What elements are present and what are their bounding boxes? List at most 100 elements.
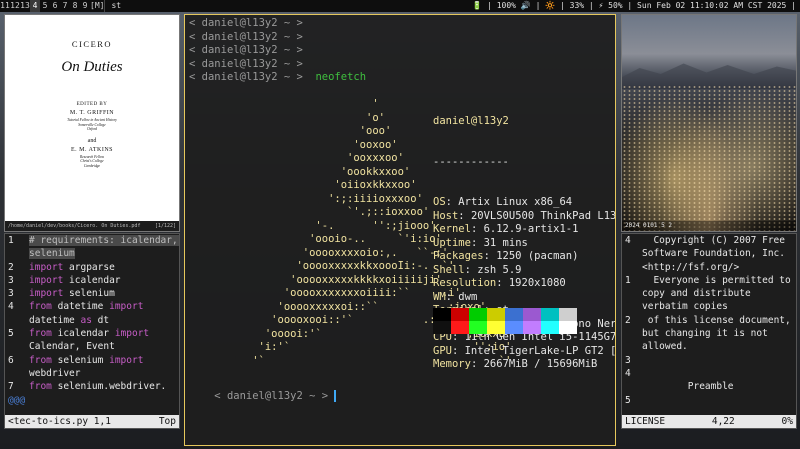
tag-4[interactable]: 4	[30, 0, 40, 12]
color-swatch	[541, 308, 559, 321]
license-text: 4 Copyright (C) 2007 Free Software Found…	[622, 234, 796, 407]
line-text: of this license document, but changing i…	[642, 314, 797, 353]
line-number: 1	[625, 274, 631, 286]
color-swatch	[505, 321, 523, 334]
line-number: 6	[8, 354, 14, 366]
code-text: import selenium	[29, 288, 115, 300]
terminal-window[interactable]: < daniel@l13y2 ~ > < daniel@l13y2 ~ > < da…	[184, 14, 616, 446]
line-number: 4	[8, 301, 14, 313]
info-row: Shell: zsh 5.9	[433, 263, 522, 276]
pdf-page-indicator: [1/122]	[154, 223, 176, 229]
system-status: 🔋 | 100% 🔊 | 🔆 | 33% | ⚡ 50% | Sun Feb 0…	[472, 1, 796, 10]
license-viewer[interactable]: 4 Copyright (C) 2007 Free Software Found…	[621, 233, 797, 429]
license-statusline: LICENSE 4,22 0%	[622, 415, 796, 428]
info-row: Host: 20VLS0U500 ThinkPad L13	[433, 209, 616, 222]
info-row: Kernel: 6.12.9-artix1-1	[433, 223, 579, 235]
line-text: Copyright (C) 2007 Free Software Foundat…	[642, 235, 791, 273]
line-number: 4	[625, 367, 631, 379]
color-swatch	[523, 321, 541, 334]
prompt-line: < daniel@l13y2 ~ >	[189, 17, 303, 29]
header-divider: ------------	[433, 155, 509, 168]
layout-indicator[interactable]: [M]	[90, 0, 104, 12]
code-line: 7 from selenium.webdriver.	[5, 380, 179, 393]
status-bar: 11 12 13 4 5 6 7 8 9 [M] st 🔋 | 100% 🔊 | 🔆 | 33%…	[0, 0, 800, 12]
license-line: 4 Copyright (C) 2007 Free Software Found…	[622, 234, 796, 274]
vim-editor[interactable]: 1 # requirements: icalendar, selenium 2 imp…	[4, 233, 180, 429]
active-prompt[interactable]: < daniel@l13y2 ~ >	[189, 376, 337, 417]
tag-6[interactable]: 6	[50, 0, 60, 12]
code-line: 4 from datetime import datetime as dt	[5, 300, 179, 327]
pdf-statusline: /home/daniel/dev/books/Cicero. On Duties…	[5, 221, 179, 231]
info-row: OS: Artix Linux x86_64	[433, 196, 573, 208]
info-row: Packages: 1250 (pacman)	[433, 250, 579, 262]
line-text: Everyone is permitted to copy and distri…	[642, 274, 797, 313]
license-position: 4,22	[711, 416, 735, 427]
book-title: On Duties	[61, 59, 123, 75]
license-line: 1 Everyone is permitted to copy and dist…	[622, 274, 796, 314]
vim-filename: <tec-to-ics.py 1,1	[8, 416, 111, 427]
pdf-path: /home/daniel/dev/books/Cicero. On Duties…	[8, 223, 141, 229]
color-swatch	[451, 308, 469, 321]
license-line: 4	[622, 367, 796, 380]
prompt-line: < daniel@l13y2 ~ > neofetch	[189, 71, 367, 83]
code-text: from selenium import webdriver	[29, 354, 150, 379]
color-swatch	[487, 321, 505, 334]
prompt-line: < daniel@l13y2 ~ >	[189, 30, 303, 43]
code-line: 3 import icalendar	[5, 274, 179, 287]
line-number: 1	[8, 235, 14, 246]
color-swatch	[505, 308, 523, 321]
tag-3[interactable]: 13	[20, 0, 30, 12]
license-line: Preamble	[622, 380, 796, 393]
line-number: 2	[8, 261, 14, 273]
color-swatch	[559, 308, 577, 321]
code-line: 1 # requirements: icalendar, selenium	[5, 234, 179, 261]
line-number: 5	[625, 394, 631, 406]
info-row: WM: dwm	[433, 290, 478, 303]
line-number: 7	[8, 381, 14, 393]
info-row: Uptime: 31 mins	[433, 236, 528, 249]
code-text: from datetime import datetime as dt	[29, 301, 150, 326]
code-line: 2 import argparse	[5, 261, 179, 274]
user-host-header: daniel@l13y2	[433, 115, 509, 127]
window-title: st	[104, 0, 472, 12]
line-number	[622, 380, 642, 393]
code-text: import argparse	[29, 261, 115, 273]
tag-7[interactable]: 7	[60, 0, 70, 12]
line-text	[642, 367, 796, 380]
tag-9[interactable]: 9	[80, 0, 90, 12]
code-line: 3 import selenium	[5, 287, 179, 300]
tag-5[interactable]: 5	[40, 0, 50, 12]
tilde-marker: @@@	[8, 394, 26, 406]
color-palette	[433, 308, 577, 334]
line-number: 5	[8, 328, 14, 340]
code-area[interactable]: 1 # requirements: icalendar, selenium 2 imp…	[5, 234, 179, 394]
color-swatch	[487, 308, 505, 321]
code-text: from icalendar import Calendar, Event	[29, 328, 155, 353]
info-row: Memory: 2667MiB / 15696MiB	[433, 358, 598, 370]
book-author: CICERO	[71, 39, 113, 49]
license-percent: 0%	[781, 416, 793, 427]
wallpaper-image-viewer: 2024 0101 5 2	[621, 14, 797, 232]
color-swatch	[559, 321, 577, 334]
editor-name: M. T. GRIFFIN	[69, 110, 115, 116]
editor-name: E. M. ATKINS	[70, 146, 113, 153]
tag-8[interactable]: 8	[70, 0, 80, 12]
tag-1[interactable]: 11	[0, 0, 10, 12]
license-line: 3	[622, 354, 796, 367]
line-text	[642, 394, 796, 407]
pdf-viewer[interactable]: CICERO On Duties EDITED BY M. T. GRIFFIN…	[4, 14, 180, 232]
line-number: 2	[625, 314, 631, 326]
city-lights	[622, 85, 796, 231]
info-row: GPU: Intel TigerLake-LP GT2 [I	[433, 344, 616, 357]
license-line: 2 of this license document, but changing…	[622, 314, 796, 354]
license-filename: LICENSE	[625, 416, 666, 427]
tag-2[interactable]: 12	[10, 0, 20, 12]
vim-position: Top	[158, 416, 176, 427]
line-text	[642, 354, 796, 367]
line-number: 3	[8, 288, 14, 300]
vim-statusline: <tec-to-ics.py 1,1 Top	[5, 415, 179, 428]
pdf-page: CICERO On Duties EDITED BY M. T. GRIFFIN…	[5, 15, 179, 221]
prompt-line: < daniel@l13y2 ~ >	[189, 44, 303, 56]
line-number: 4	[625, 235, 631, 246]
code-line: 5 from icalendar import Calendar, Event	[5, 327, 179, 354]
